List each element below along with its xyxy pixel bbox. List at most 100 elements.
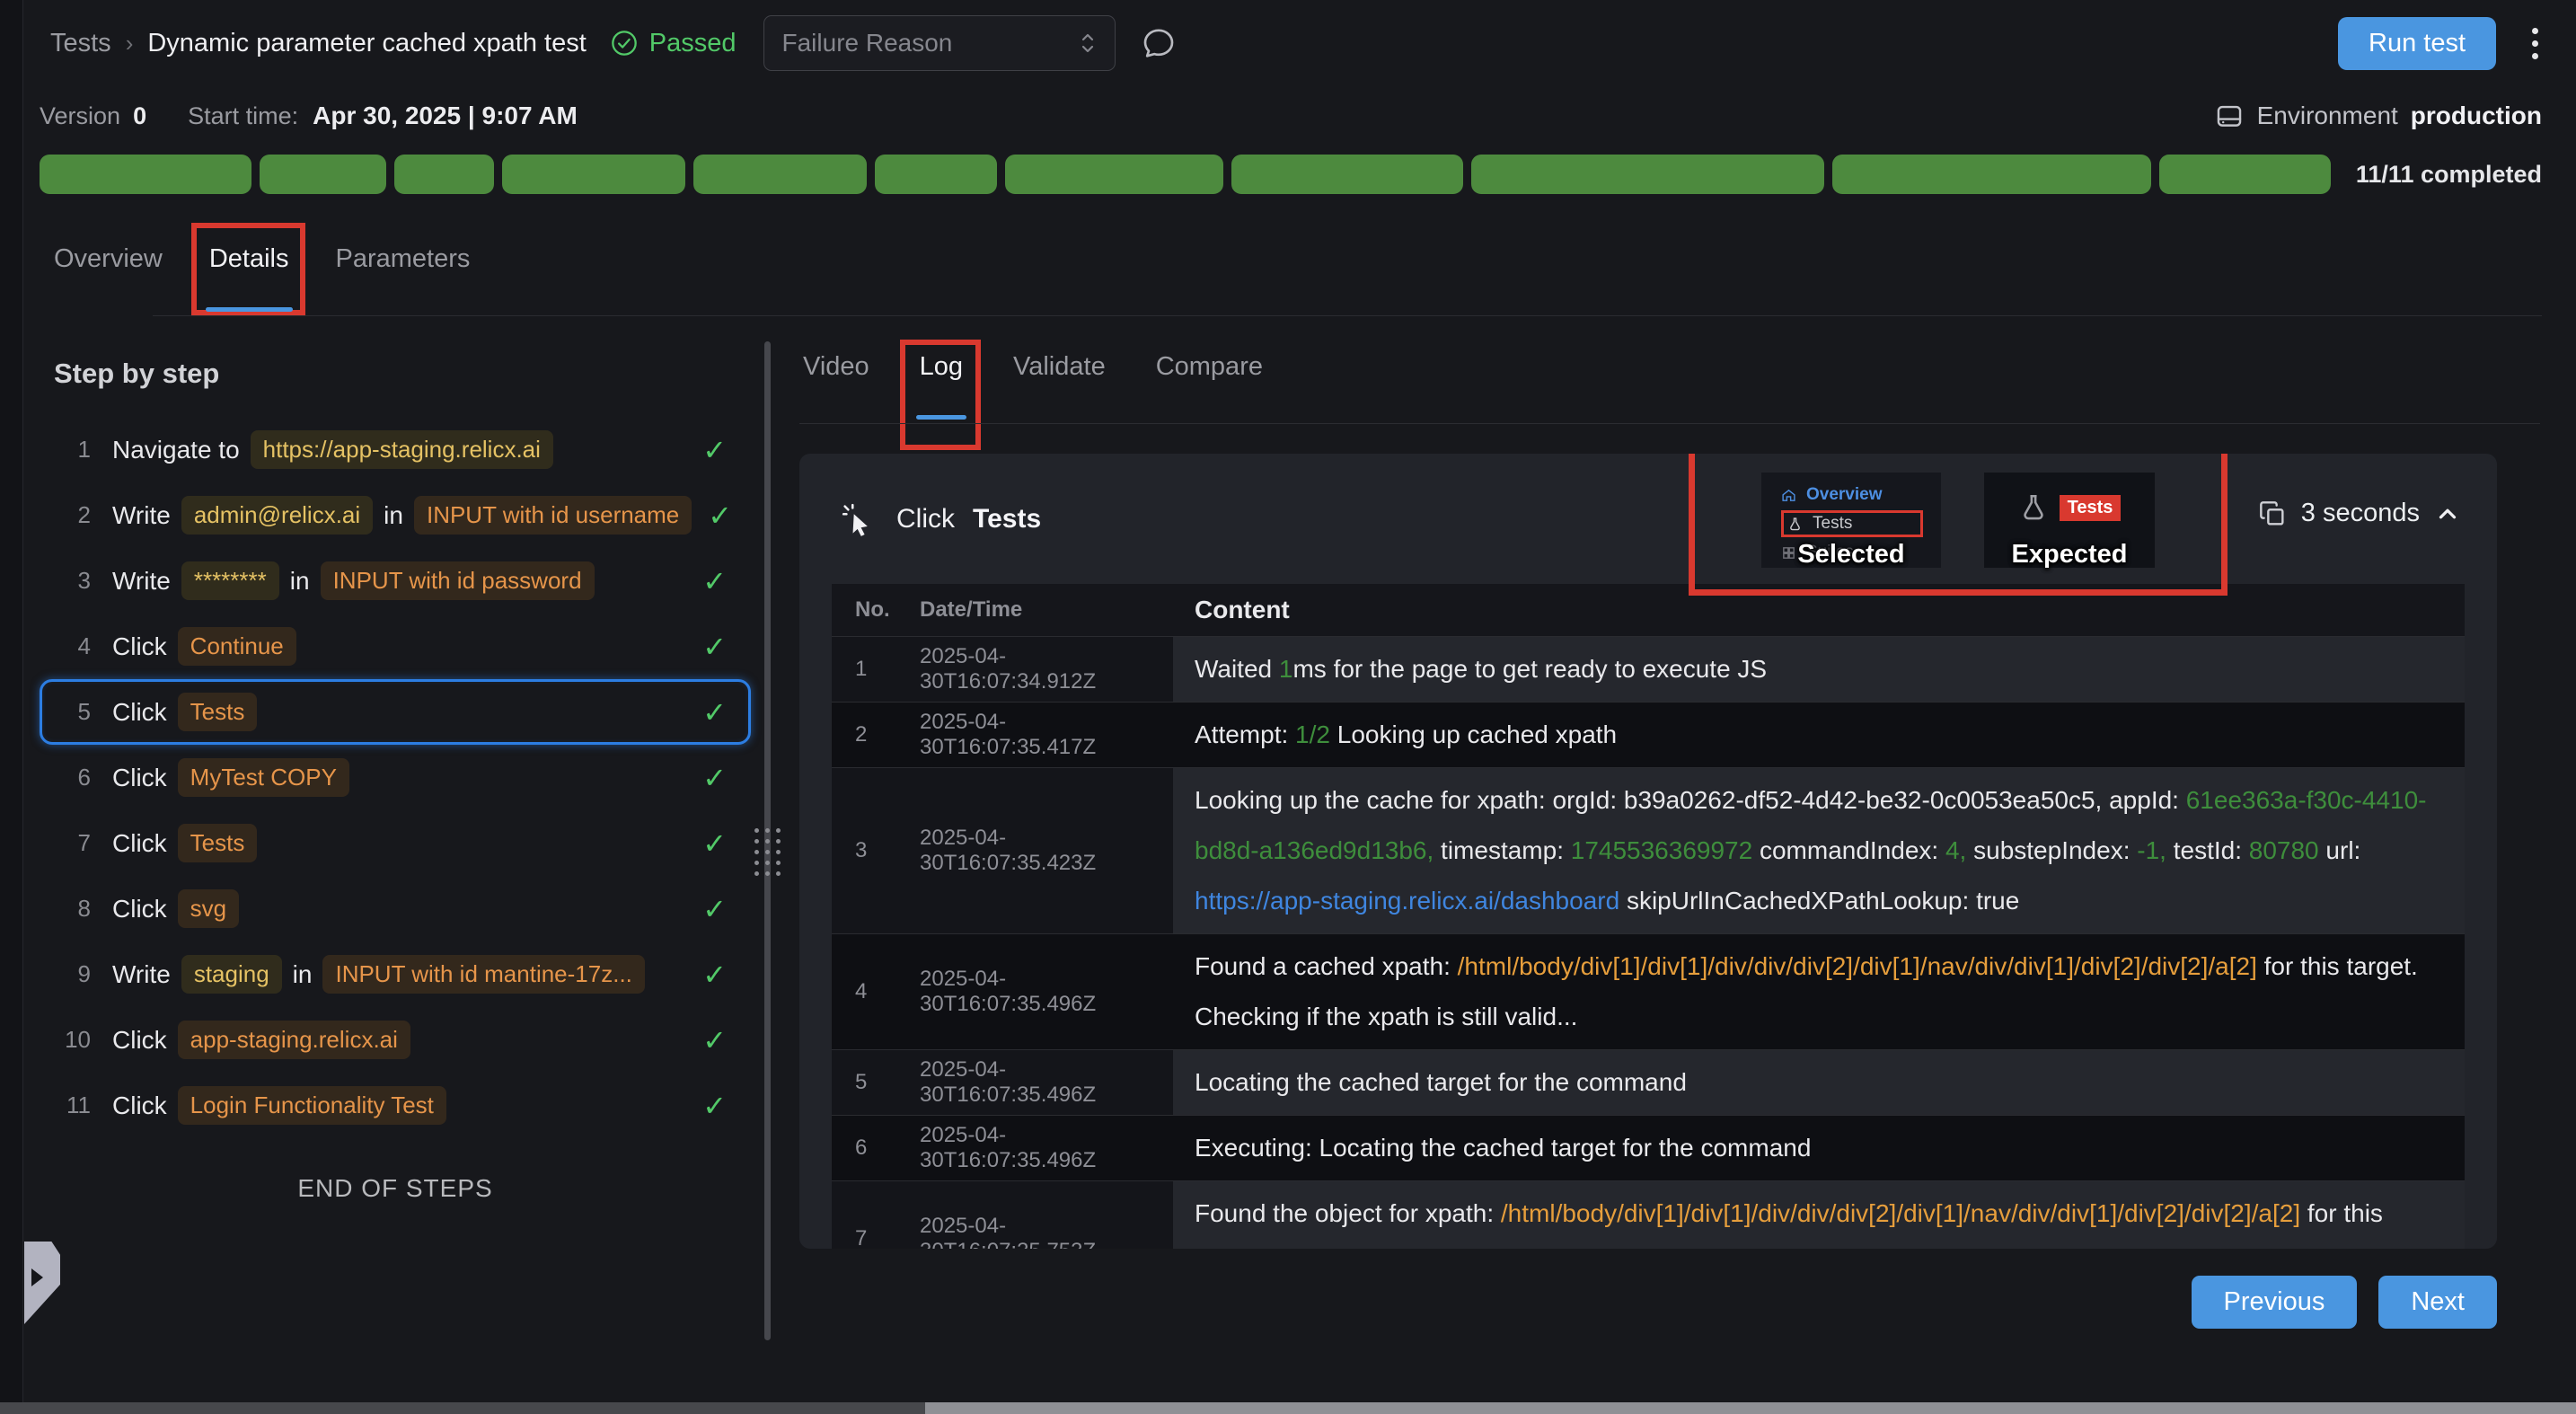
tab-details[interactable]: Details <box>206 226 293 315</box>
log-row: 42025-04-30T16:07:35.496ZFound a cached … <box>832 933 2465 1049</box>
expected-thumbnail[interactable]: Tests Expected <box>1984 473 2155 568</box>
progress-segment[interactable] <box>1231 155 1463 194</box>
progress-row: 11/11 completed <box>40 153 2542 196</box>
log-text-segment: -1, <box>2137 836 2166 864</box>
log-row-content: Waited 1ms for the page to get ready to … <box>1173 637 2465 702</box>
step-row[interactable]: 5ClickTests✓ <box>40 679 751 745</box>
comment-button[interactable] <box>1141 25 1177 61</box>
step-row[interactable]: 3Write********inINPUT with id password✓ <box>40 548 751 614</box>
step-row[interactable]: 8Clicksvg✓ <box>40 876 751 941</box>
log-text-segment: skipUrlInCachedXPathLookup: true <box>1619 887 2019 915</box>
step-row[interactable]: 6ClickMyTest COPY✓ <box>40 745 751 810</box>
log-row-timestamp: 2025-04-30T16:07:35.423Z <box>904 768 1173 933</box>
status-badge: Passed <box>610 29 737 58</box>
column-header: Date/Time <box>904 590 1173 630</box>
chevron-right-icon: › <box>126 30 134 57</box>
page-title: Dynamic parameter cached xpath test <box>147 29 586 58</box>
progress-segment[interactable] <box>502 155 685 194</box>
collapse-chevron-icon[interactable] <box>2434 500 2461 527</box>
breadcrumb[interactable]: Tests <box>50 29 111 58</box>
cursor-click-icon <box>837 499 878 540</box>
failure-reason-select[interactable]: Failure Reason <box>763 15 1116 71</box>
progress-segment[interactable] <box>1005 155 1223 194</box>
log-text-segment: timestamp: <box>1434 836 1570 864</box>
log-row-timestamp: 2025-04-30T16:07:35.417Z <box>904 703 1173 767</box>
tab-validate[interactable]: Validate <box>1010 334 1109 423</box>
step-row[interactable]: 11ClickLogin Functionality Test✓ <box>40 1073 751 1138</box>
log-text-segment: Attempt: <box>1195 720 1295 748</box>
top-bar: Tests › Dynamic parameter cached xpath t… <box>23 0 2576 86</box>
log-text-segment: /html/body/div[1]/div[1]/div/div/div[2]/… <box>1501 1199 2300 1227</box>
step-action: Click <box>112 1091 167 1120</box>
progress-segment[interactable] <box>40 155 251 194</box>
step-target-badge: app-staging.relicx.ai <box>178 1021 410 1059</box>
check-icon: ✓ <box>692 433 727 467</box>
thumb-menu-overview: Overview <box>1781 482 1941 508</box>
step-target-badge: INPUT with id mantine-17z... <box>322 955 644 994</box>
log-row: 72025-04-30T16:07:35.753ZFound the objec… <box>832 1180 2465 1249</box>
log-row-timestamp: 2025-04-30T16:07:35.753Z <box>904 1181 1173 1249</box>
duration-group: 3 seconds <box>2258 499 2461 528</box>
collapsed-sidebar-gutter <box>0 0 23 1414</box>
check-icon: ✓ <box>692 761 727 795</box>
copy-icon[interactable] <box>2258 499 2287 528</box>
log-row-timestamp: 2025-04-30T16:07:34.912Z <box>904 637 1173 702</box>
log-row-content: Attempt: 1/2 Looking up cached xpath <box>1173 703 2465 767</box>
step-action: Click <box>112 1026 167 1055</box>
panel-resize-handle[interactable] <box>754 828 781 876</box>
log-text-segment: Found a cached xpath: <box>1195 952 1458 980</box>
tab-overview[interactable]: Overview <box>50 226 166 315</box>
step-row[interactable]: 10Clickapp-staging.relicx.ai✓ <box>40 1007 751 1073</box>
sidebar-expander-tab[interactable] <box>24 1242 60 1324</box>
tab-parameters[interactable]: Parameters <box>332 226 474 315</box>
step-action: in <box>384 501 403 530</box>
step-target-badge: INPUT with id password <box>321 561 595 600</box>
log-row-content: Found the object for xpath: /html/body/d… <box>1173 1181 2465 1249</box>
version-label: Version <box>40 102 120 130</box>
check-icon: ✓ <box>692 630 727 664</box>
progress-segment[interactable] <box>260 155 386 194</box>
start-time-label: Start time: <box>188 102 298 130</box>
step-row[interactable]: 7ClickTests✓ <box>40 810 751 876</box>
run-test-button[interactable]: Run test <box>2338 17 2496 70</box>
progress-segment[interactable] <box>1471 155 1824 194</box>
column-header: No. <box>832 590 904 630</box>
step-action: Write <box>112 567 171 596</box>
flask-icon <box>1787 517 1804 532</box>
tab-video[interactable]: Video <box>799 334 873 423</box>
more-options-button[interactable] <box>2527 22 2544 65</box>
environment-label: Environment <box>2257 102 2398 130</box>
step-target-badge: Tests <box>178 693 258 731</box>
log-text-segment: /html/body/div[1]/div[1]/div/div/div[2]/… <box>1458 952 2257 980</box>
horizontal-scrollbar[interactable] <box>0 1402 2576 1414</box>
progress-segment[interactable] <box>2159 155 2331 194</box>
progress-segment[interactable] <box>394 155 494 194</box>
step-number: 5 <box>60 698 91 726</box>
step-row[interactable]: 2Writeadmin@relicx.aiinINPUT with id use… <box>40 482 751 548</box>
tab-compare[interactable]: Compare <box>1152 334 1266 423</box>
scrollbar-thumb[interactable] <box>925 1402 2576 1414</box>
step-row[interactable]: 1Navigate tohttps://app-staging.relicx.a… <box>40 417 751 482</box>
flask-icon <box>2018 492 2049 523</box>
log-row: 32025-04-30T16:07:35.423ZLooking up the … <box>832 767 2465 933</box>
log-table-body: 12025-04-30T16:07:34.912ZWaited 1ms for … <box>832 636 2465 1249</box>
step-number: 7 <box>60 829 91 857</box>
main-tabs: Overview Details Parameters <box>50 226 473 315</box>
log-command-action: Click <box>896 504 955 535</box>
tab-log[interactable]: Log <box>916 334 966 423</box>
next-button[interactable]: Next <box>2378 1276 2497 1329</box>
previous-button[interactable]: Previous <box>2192 1276 2358 1329</box>
annotation-box-thumbnails: Overview Tests Suites Selected Tes <box>1689 454 2228 596</box>
progress-segment[interactable] <box>693 155 867 194</box>
progress-caption: 11/11 completed <box>2356 161 2542 189</box>
progress-segment[interactable] <box>1832 155 2150 194</box>
step-row[interactable]: 9WritestaginginINPUT with id mantine-17z… <box>40 941 751 1007</box>
check-icon: ✓ <box>692 892 727 926</box>
step-row[interactable]: 4ClickContinue✓ <box>40 614 751 679</box>
log-text-segment: Executing: Locating the cached target fo… <box>1195 1134 1811 1162</box>
step-target-badge: staging <box>181 955 282 994</box>
selected-thumbnail[interactable]: Overview Tests Suites Selected <box>1761 473 1941 568</box>
duration-text: 3 seconds <box>2301 499 2420 528</box>
progress-segment[interactable] <box>875 155 997 194</box>
step-panel: Step by step 1Navigate tohttps://app-sta… <box>40 334 751 1203</box>
